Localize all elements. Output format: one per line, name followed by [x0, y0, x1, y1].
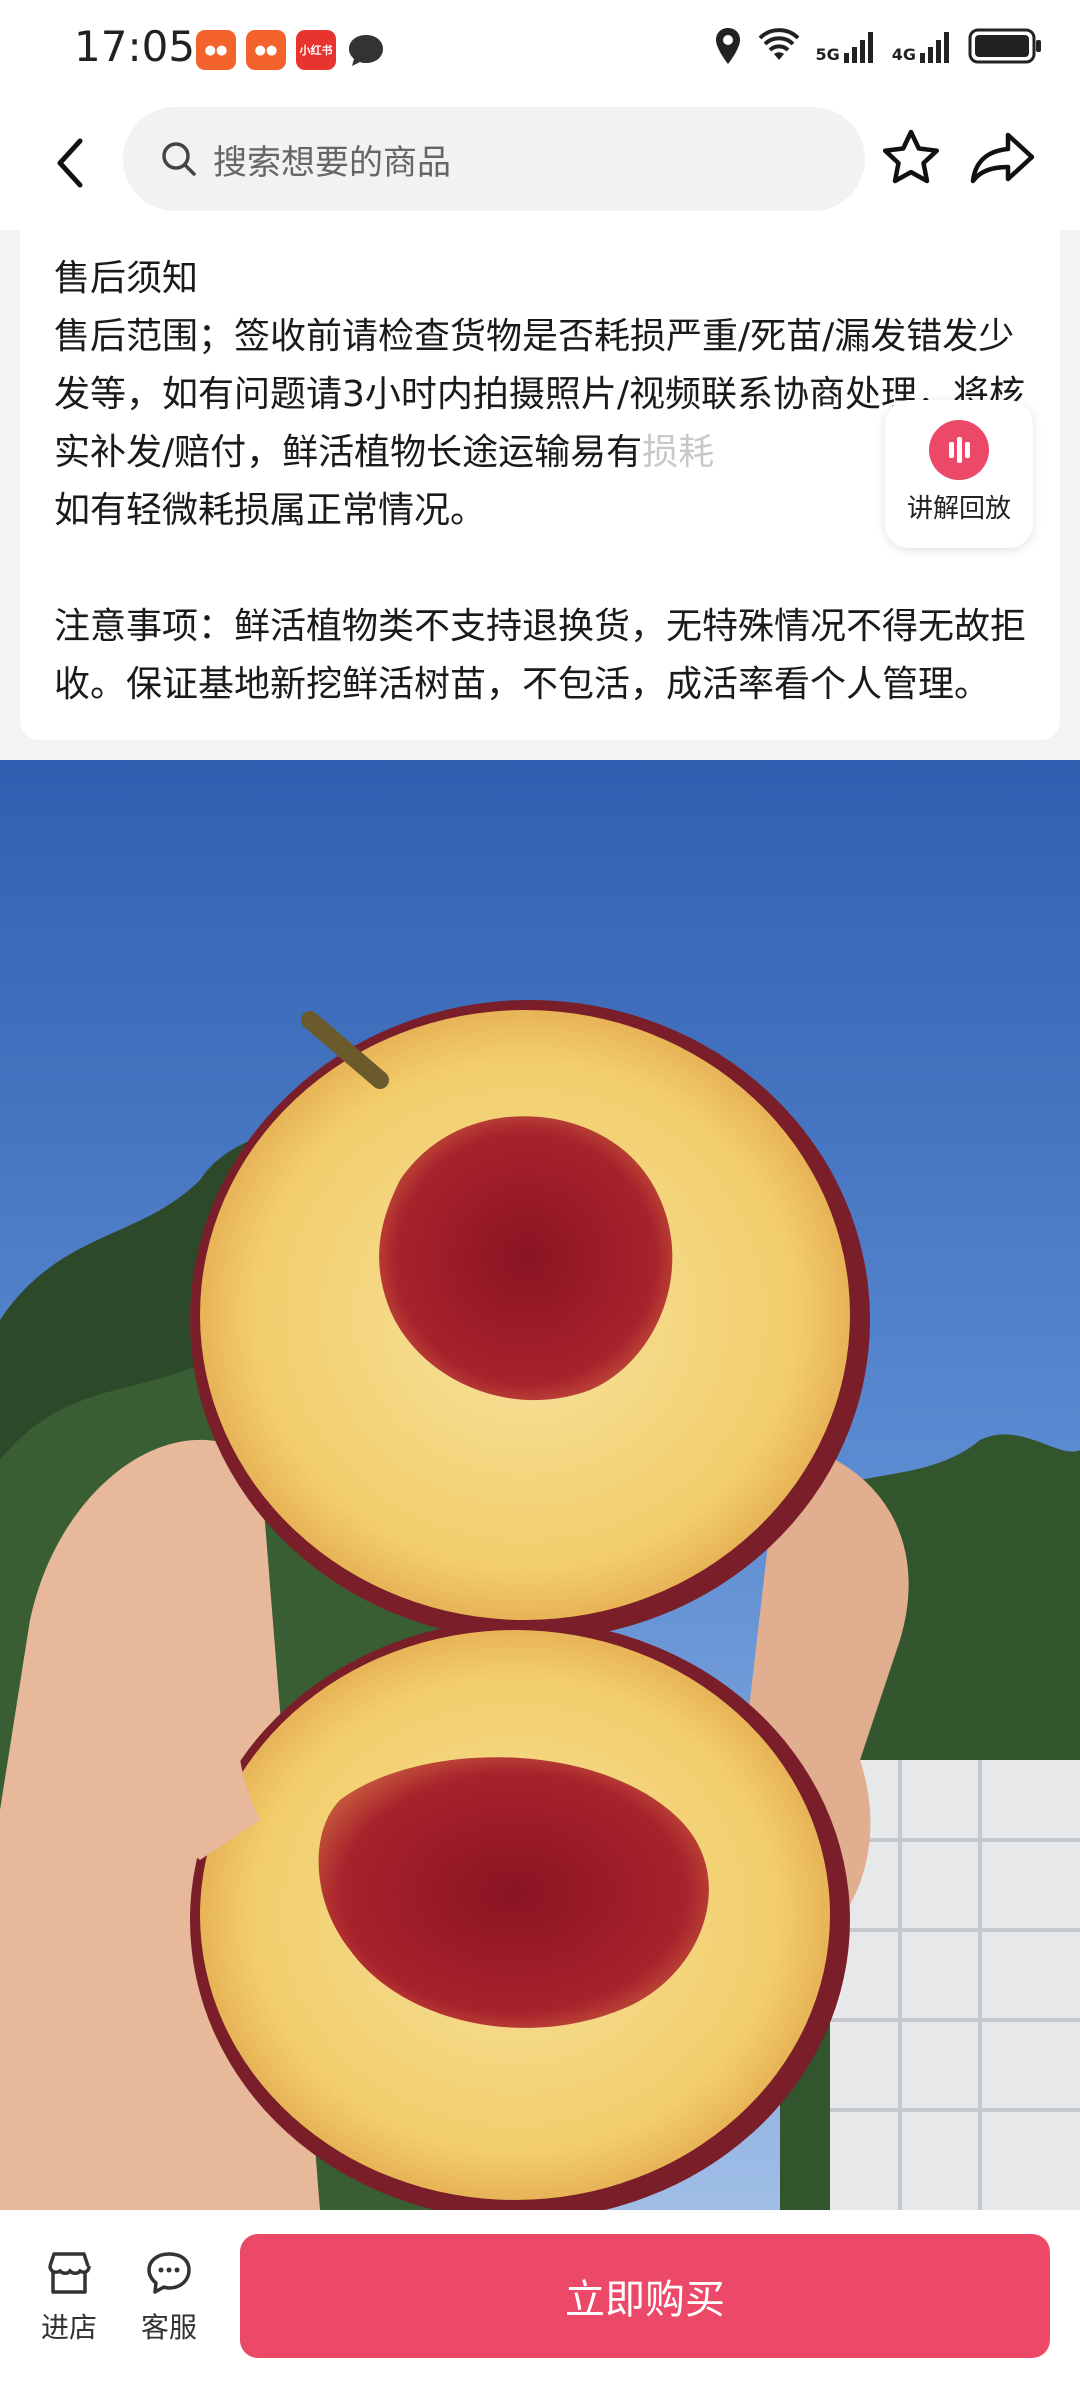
notice-range-faded: 损耗	[642, 432, 715, 473]
system-icons: 5G 4G	[713, 26, 1044, 66]
product-image[interactable]	[0, 760, 1080, 2210]
back-button[interactable]	[40, 133, 100, 193]
service-label: 客服	[140, 2311, 197, 2344]
top-nav: 搜索想要的商品	[0, 105, 1080, 230]
favorite-button[interactable]	[880, 127, 942, 189]
battery-icon	[968, 28, 1041, 64]
chat-icon	[147, 2252, 191, 2294]
share-button[interactable]	[968, 127, 1038, 189]
xiaohongshu-icon: 小红书	[296, 30, 336, 70]
share-arrow-icon	[970, 132, 1035, 184]
store-icon	[48, 2252, 91, 2294]
notice-title: 售后须知	[54, 258, 199, 299]
customer-service-button[interactable]: 客服	[124, 2250, 214, 2346]
search-icon	[162, 142, 196, 176]
kuaishou-icon: ●●	[196, 30, 236, 70]
wifi-icon	[759, 28, 800, 60]
signal-bars-icon	[843, 32, 873, 63]
peach-photo	[0, 760, 1080, 2210]
notification-icons: ●● ●● 小红书	[196, 30, 386, 70]
notice-caution: 注意事项：鲜活植物类不支持退换货，无特殊情况不得无故拒收。保证基地新挖鲜活树苗，…	[54, 606, 1027, 705]
search-box[interactable]: 搜索想要的商品	[123, 107, 865, 211]
status-bar: 17:05 ●● ●● 小红书 5G 4G	[0, 0, 1080, 105]
signal-bars-icon	[920, 32, 949, 63]
store-button[interactable]: 进店	[24, 2250, 114, 2346]
replay-button[interactable]: 讲解回放	[885, 400, 1033, 548]
status-time: 17:05	[74, 22, 196, 71]
chat-bubble-icon	[346, 30, 386, 70]
chevron-left-icon	[57, 138, 83, 188]
star-outline-icon	[882, 129, 940, 184]
signal-5g: 5G	[815, 29, 877, 63]
signal-4g: 4G	[892, 29, 954, 63]
replay-label: 讲解回放	[906, 494, 1011, 524]
bottom-action-bar: 进店 客服 立即购买	[0, 2210, 1080, 2400]
audio-wave-icon	[929, 420, 989, 480]
buy-now-button[interactable]: 立即购买	[240, 2234, 1050, 2358]
kuaishou-lite-icon: ●●	[246, 30, 286, 70]
store-label: 进店	[40, 2311, 97, 2344]
search-placeholder: 搜索想要的商品	[213, 142, 451, 183]
location-icon	[716, 28, 741, 64]
